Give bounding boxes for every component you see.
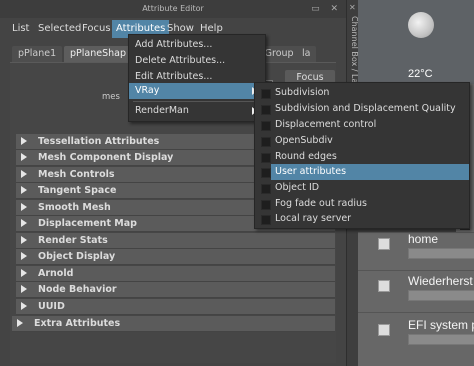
menu-item-renderman[interactable]: RenderMan — [129, 103, 265, 119]
vray-item-local-ray-server[interactable]: Local ray server — [255, 211, 469, 227]
expand-arrow-icon — [21, 252, 27, 260]
checkbox-icon — [261, 121, 271, 131]
moon-icon — [408, 12, 434, 38]
window-controls[interactable]: ▭ ✕ — [311, 0, 342, 18]
checkbox-icon — [261, 168, 271, 178]
vray-submenu: Subdivision Subdivision and Displacement… — [254, 82, 470, 229]
vray-item-fog-fade-out-radius[interactable]: Fog fade out radius — [255, 196, 469, 212]
drive-icon — [378, 324, 390, 336]
section-uuid[interactable]: UUID — [16, 299, 335, 315]
menu-separator — [133, 101, 261, 102]
expand-arrow-icon — [21, 186, 27, 194]
checkbox-icon — [261, 153, 271, 163]
attributes-dropdown-menu: Add Attributes... Delete Attributes... E… — [128, 34, 266, 122]
expand-arrow-icon — [21, 219, 27, 227]
mesh-label: mes — [102, 92, 120, 102]
usage-bar — [408, 290, 474, 301]
expand-arrow-icon — [21, 302, 27, 310]
drive-icon — [378, 280, 390, 292]
expand-arrow-icon — [21, 153, 27, 161]
section-render-stats[interactable]: Render Stats — [16, 233, 335, 249]
expand-arrow-icon — [21, 137, 27, 145]
checkbox-icon — [261, 215, 271, 225]
tab-pplane1[interactable]: pPlane1 — [12, 46, 63, 62]
divider — [358, 270, 474, 271]
usage-bar — [408, 334, 474, 345]
vray-item-object-id[interactable]: Object ID — [255, 180, 469, 196]
temperature-readout: 22°C — [408, 68, 433, 80]
section-node-behavior[interactable]: Node Behavior — [16, 282, 335, 298]
drive-item-wiederherst[interactable]: Wiederherst — [374, 274, 474, 310]
menu-list[interactable]: List — [8, 20, 33, 38]
drive-item-home[interactable]: home — [374, 232, 474, 268]
checkbox-icon — [261, 137, 271, 147]
menu-focus[interactable]: Focus — [78, 20, 115, 38]
window-title: Attribute Editor — [142, 4, 204, 13]
menu-item-delete-attributes[interactable]: Delete Attributes... — [129, 53, 265, 69]
section-arnold[interactable]: Arnold — [16, 266, 335, 282]
expand-arrow-icon — [21, 203, 27, 211]
drive-icon — [378, 238, 390, 250]
menu-item-add-attributes[interactable]: Add Attributes... — [129, 37, 265, 53]
checkbox-icon — [261, 89, 271, 99]
checkbox-icon — [261, 184, 271, 194]
vray-item-round-edges[interactable]: Round edges — [255, 149, 469, 165]
expand-arrow-icon — [21, 269, 27, 277]
vray-item-subdivision[interactable]: Subdivision — [255, 85, 469, 101]
expand-arrow-icon — [21, 285, 27, 293]
window-titlebar[interactable]: Attribute Editor ▭ ✕ — [0, 0, 346, 18]
vray-item-displacement-control[interactable]: Displacement control — [255, 117, 469, 133]
menu-item-vray[interactable]: VRay — [129, 83, 265, 99]
close-icon[interactable]: ✕ — [349, 3, 356, 12]
expand-arrow-icon — [21, 170, 27, 178]
checkbox-icon — [261, 105, 271, 115]
divider — [358, 312, 474, 313]
expand-arrow-icon — [17, 319, 23, 327]
section-object-display[interactable]: Object Display — [16, 249, 335, 265]
usage-bar — [408, 248, 474, 259]
tab-la[interactable]: la — [296, 46, 317, 62]
vray-item-subdivision-quality[interactable]: Subdivision and Displacement Quality — [255, 101, 469, 117]
section-extra-attributes[interactable]: Extra Attributes — [12, 316, 335, 332]
expand-arrow-icon — [21, 236, 27, 244]
vray-item-user-attributes[interactable]: User attributes — [255, 164, 469, 180]
checkbox-icon — [261, 200, 271, 210]
drive-item-efi-system[interactable]: EFI system p — [374, 318, 474, 354]
vray-item-opensubdiv[interactable]: OpenSubdiv — [255, 133, 469, 149]
tab-pplaneshape[interactable]: pPlaneShap — [64, 46, 132, 62]
